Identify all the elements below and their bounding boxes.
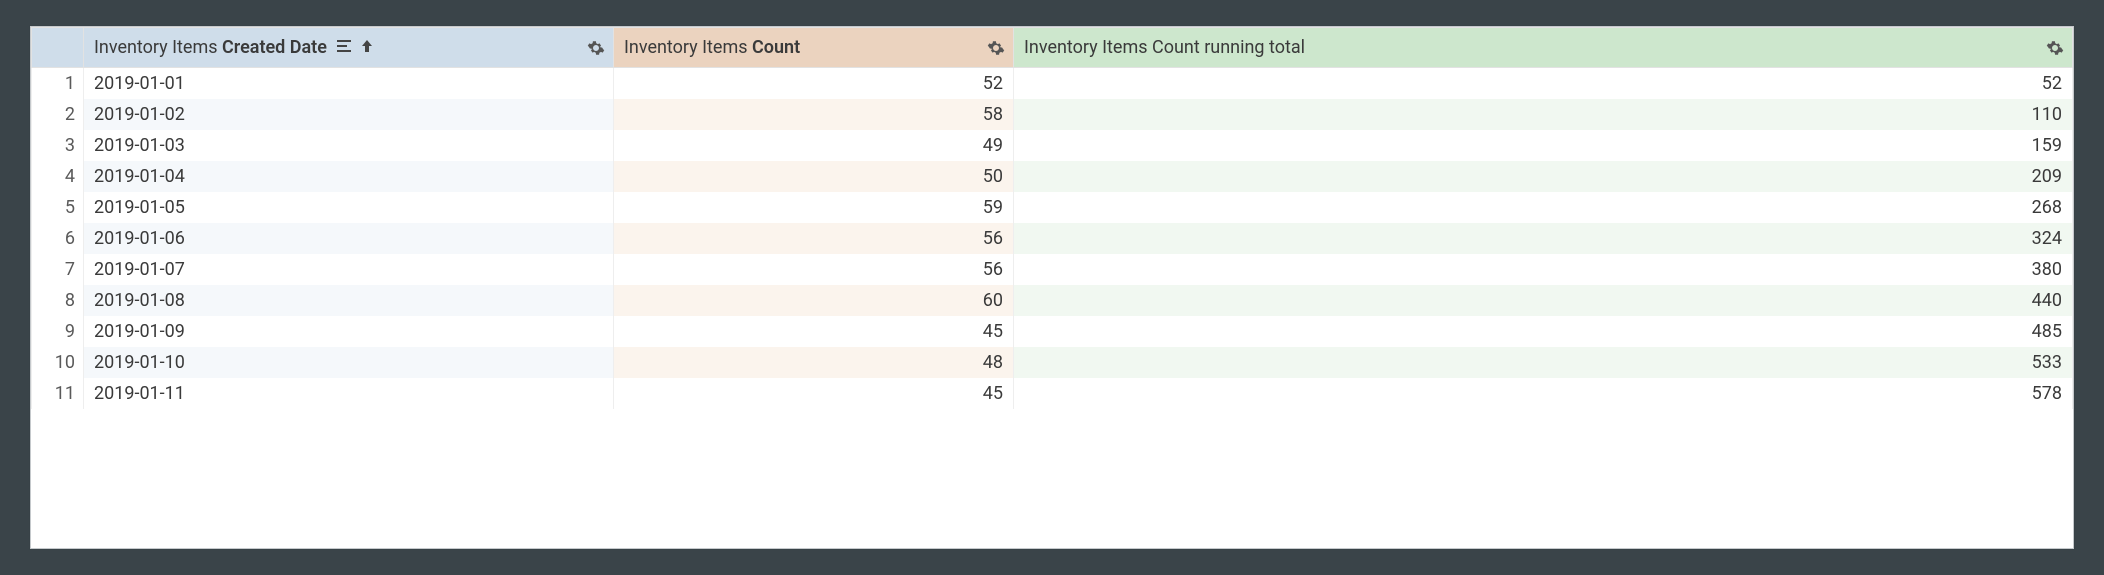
cell-running[interactable]: 209 (1014, 161, 2073, 192)
data-table: Inventory Items Created Date (31, 27, 2073, 409)
table-row: 8 2019-01-08 60 440 (32, 285, 2073, 316)
cell-count[interactable]: 56 (614, 223, 1014, 254)
cell-count[interactable]: 45 (614, 378, 1014, 409)
cell-date[interactable]: 2019-01-11 (84, 378, 614, 409)
table-row: 5 2019-01-05 59 268 (32, 192, 2073, 223)
row-number: 10 (32, 347, 84, 378)
cell-date[interactable]: 2019-01-07 (84, 254, 614, 285)
cell-date[interactable]: 2019-01-09 (84, 316, 614, 347)
cell-date[interactable]: 2019-01-02 (84, 99, 614, 130)
cell-date[interactable]: 2019-01-01 (84, 68, 614, 99)
cell-date[interactable]: 2019-01-04 (84, 161, 614, 192)
cell-count[interactable]: 49 (614, 130, 1014, 161)
column-header-count[interactable]: Inventory Items Count (614, 28, 1014, 68)
row-number: 4 (32, 161, 84, 192)
sort-indicator[interactable] (337, 39, 373, 53)
bars-icon (337, 39, 355, 53)
cell-count[interactable]: 60 (614, 285, 1014, 316)
cell-running[interactable]: 380 (1014, 254, 2073, 285)
cell-count[interactable]: 58 (614, 99, 1014, 130)
table-row: 4 2019-01-04 50 209 (32, 161, 2073, 192)
cell-date[interactable]: 2019-01-06 (84, 223, 614, 254)
cell-count[interactable]: 45 (614, 316, 1014, 347)
column-header-label-bold: Created Date (222, 37, 327, 58)
cell-count[interactable]: 56 (614, 254, 1014, 285)
table-row: 7 2019-01-07 56 380 (32, 254, 2073, 285)
row-number: 5 (32, 192, 84, 223)
cell-count[interactable]: 50 (614, 161, 1014, 192)
cell-date[interactable]: 2019-01-10 (84, 347, 614, 378)
cell-count[interactable]: 48 (614, 347, 1014, 378)
cell-count[interactable]: 52 (614, 68, 1014, 99)
gear-icon[interactable] (987, 39, 1005, 57)
column-header-label: Inventory Items Count running total (1024, 37, 1305, 58)
cell-running[interactable]: 440 (1014, 285, 2073, 316)
row-number: 7 (32, 254, 84, 285)
cell-running[interactable]: 485 (1014, 316, 2073, 347)
cell-running[interactable]: 110 (1014, 99, 2073, 130)
row-number: 11 (32, 378, 84, 409)
cell-running[interactable]: 52 (1014, 68, 2073, 99)
cell-date[interactable]: 2019-01-03 (84, 130, 614, 161)
header-row: Inventory Items Created Date (32, 28, 2073, 68)
column-header-running-total[interactable]: Inventory Items Count running total (1014, 28, 2073, 68)
column-header-created-date[interactable]: Inventory Items Created Date (84, 28, 614, 68)
gear-icon[interactable] (2046, 39, 2064, 57)
table-row: 6 2019-01-06 56 324 (32, 223, 2073, 254)
table-row: 10 2019-01-10 48 533 (32, 347, 2073, 378)
data-table-panel: Inventory Items Created Date (30, 26, 2074, 549)
column-header-label-bold: Count (752, 37, 800, 58)
gear-icon[interactable] (587, 39, 605, 57)
arrow-up-icon (361, 39, 373, 53)
row-number: 2 (32, 99, 84, 130)
row-number: 8 (32, 285, 84, 316)
row-number: 1 (32, 68, 84, 99)
row-number: 6 (32, 223, 84, 254)
row-number: 3 (32, 130, 84, 161)
cell-running[interactable]: 268 (1014, 192, 2073, 223)
table-row: 1 2019-01-01 52 52 (32, 68, 2073, 99)
cell-running[interactable]: 324 (1014, 223, 2073, 254)
cell-count[interactable]: 59 (614, 192, 1014, 223)
table-row: 11 2019-01-11 45 578 (32, 378, 2073, 409)
cell-running[interactable]: 533 (1014, 347, 2073, 378)
cell-date[interactable]: 2019-01-05 (84, 192, 614, 223)
table-row: 9 2019-01-09 45 485 (32, 316, 2073, 347)
cell-running[interactable]: 578 (1014, 378, 2073, 409)
row-number: 9 (32, 316, 84, 347)
table-row: 3 2019-01-03 49 159 (32, 130, 2073, 161)
column-header-label: Inventory Items (624, 37, 752, 58)
cell-date[interactable]: 2019-01-08 (84, 285, 614, 316)
table-body: 1 2019-01-01 52 52 2 2019-01-02 58 110 3… (32, 68, 2073, 409)
row-number-header (32, 28, 84, 68)
table-row: 2 2019-01-02 58 110 (32, 99, 2073, 130)
cell-running[interactable]: 159 (1014, 130, 2073, 161)
column-header-label: Inventory Items (94, 37, 222, 58)
